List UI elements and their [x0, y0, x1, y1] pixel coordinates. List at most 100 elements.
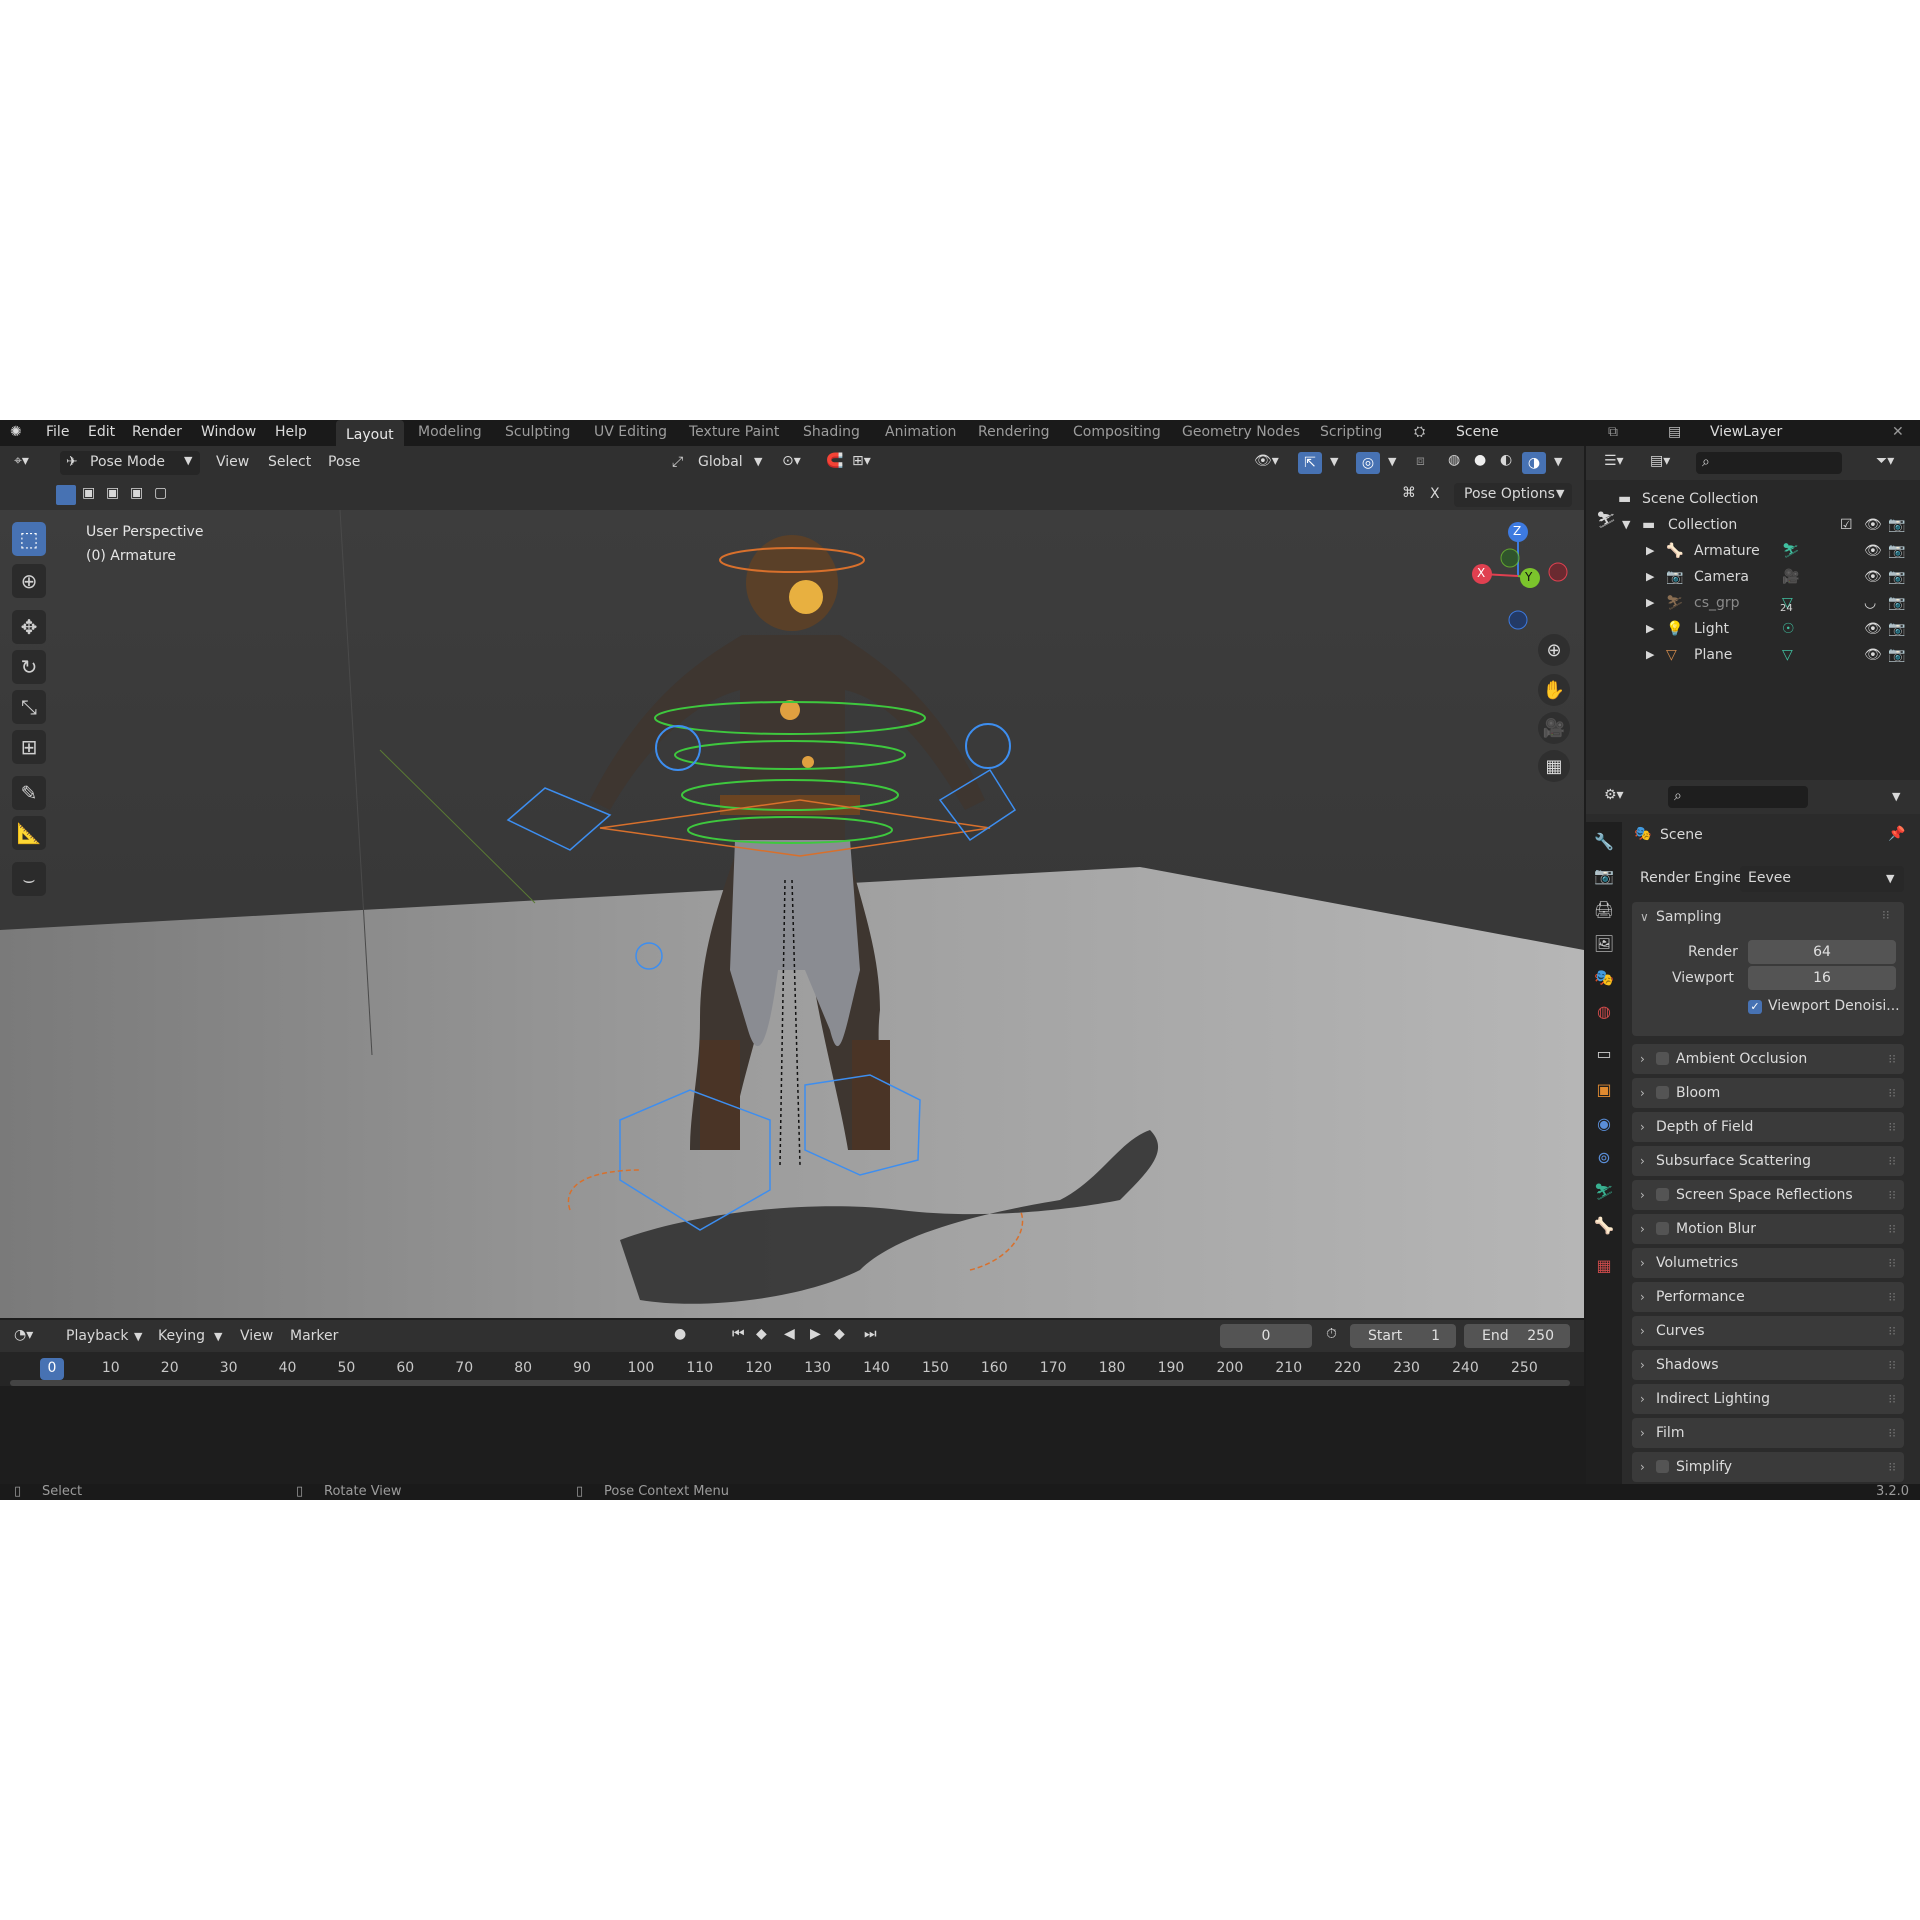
outliner-row-cs-grp[interactable]: ▶ ⛷ cs_grp ▽ 24 ◡ 📷	[1586, 590, 1920, 616]
chevron-down-icon[interactable]: ▼	[1388, 455, 1396, 468]
panel-depth-of-field[interactable]: › Depth of Field ⁝⁝	[1632, 1112, 1904, 1142]
collection-tab-icon[interactable]: ▭	[1592, 1042, 1616, 1066]
xray-icon[interactable]: ⧈	[1416, 453, 1425, 469]
select-box-tool-icon[interactable]: ⬚	[12, 522, 46, 556]
outliner-search-input[interactable]: ⌕	[1696, 452, 1842, 474]
render-engine-dropdown[interactable]: Eevee ▼	[1740, 866, 1904, 892]
modifier-tab-icon[interactable]: ◉	[1592, 1112, 1616, 1136]
tab-uv-editing[interactable]: UV Editing	[594, 424, 667, 440]
panel-enable-checkbox[interactable]	[1656, 1188, 1669, 1201]
render-camera-icon[interactable]: 📷	[1888, 590, 1905, 616]
menu-pose[interactable]: Pose	[328, 454, 360, 470]
outliner-row-armature[interactable]: ▶ 🦴 Armature ⛷ 👁 📷	[1586, 538, 1920, 564]
drag-handle-icon[interactable]: ⁝⁝	[1888, 1452, 1896, 1482]
render-camera-icon[interactable]: 📷	[1888, 564, 1905, 590]
physics-tab-icon[interactable]: ⊚	[1592, 1146, 1616, 1170]
expand-icon[interactable]: ▼	[1622, 512, 1630, 538]
eye-icon[interactable]: 👁	[1864, 512, 1882, 538]
drag-handle-icon[interactable]: ⁝⁝	[1888, 1350, 1896, 1380]
rendered-shading-icon[interactable]: ◑	[1522, 452, 1546, 474]
chevron-down-icon[interactable]: ▼	[1892, 790, 1900, 803]
panel-film[interactable]: › Film ⁝⁝	[1632, 1418, 1904, 1448]
transform-tool-icon[interactable]: ⊞	[12, 730, 46, 764]
3d-viewport[interactable]: ⬚ ⊕ ✥ ↻ ⤡ ⊞ ✎ 📐 ⌣ User Perspective (0) A…	[0, 510, 1584, 1318]
copy-scene-icon[interactable]: ⧉	[1608, 424, 1618, 440]
jump-keyframe-forward-icon[interactable]: ◆	[834, 1326, 845, 1342]
object-data-icon[interactable]: ▽	[1782, 642, 1793, 668]
eye-icon[interactable]: 👁	[1864, 642, 1882, 668]
output-tab-icon[interactable]: 🖨	[1592, 898, 1616, 922]
select-mode-intersect-icon[interactable]: ▣	[130, 485, 143, 501]
tab-scripting[interactable]: Scripting	[1320, 424, 1382, 440]
drag-handle-icon[interactable]: ⁝⁝	[1888, 1078, 1896, 1108]
world-tab-icon[interactable]: ◍	[1592, 1000, 1616, 1024]
view-layer-name[interactable]: ViewLayer	[1710, 424, 1782, 440]
end-frame-field[interactable]: End 250	[1464, 1324, 1570, 1348]
object-tab-icon[interactable]: ▣	[1592, 1078, 1616, 1102]
mirror-x-toggle[interactable]: X	[1430, 486, 1440, 502]
rotate-tool-icon[interactable]: ↻	[12, 650, 46, 684]
menu-render[interactable]: Render	[132, 424, 182, 440]
menu-timeline-view[interactable]: View	[240, 1328, 273, 1344]
orientation-dropdown[interactable]: ⤢ Global ▼	[668, 451, 768, 475]
current-frame-field[interactable]: 0	[1220, 1324, 1312, 1348]
outliner-editor-icon[interactable]: ☰▾	[1604, 453, 1624, 469]
menu-window[interactable]: Window	[201, 424, 256, 440]
render-camera-icon[interactable]: 📷	[1888, 642, 1905, 668]
scene-name[interactable]: Scene	[1456, 424, 1499, 440]
eye-icon[interactable]: 👁	[1864, 538, 1882, 564]
solid-shading-icon[interactable]: ●	[1474, 452, 1486, 468]
select-mode-subtract-icon[interactable]: ▣	[106, 485, 119, 501]
panel-ambient-occlusion[interactable]: › Ambient Occlusion ⁝⁝	[1632, 1044, 1904, 1074]
editor-type-icon[interactable]: ⌖▾	[14, 453, 29, 469]
expand-icon[interactable]: ▶	[1646, 538, 1654, 564]
drag-handle-icon[interactable]: ⁝⁝	[1888, 1418, 1896, 1448]
properties-search-input[interactable]: ⌕	[1668, 786, 1808, 808]
jump-end-icon[interactable]: ⏭	[864, 1326, 877, 1342]
outliner-row-camera[interactable]: ▶ 📷 Camera 🎥 👁 📷	[1586, 564, 1920, 590]
object-data-icon[interactable]: ⛷	[1782, 538, 1800, 564]
visibility-icon[interactable]: 👁▾	[1254, 453, 1279, 469]
material-shading-icon[interactable]: ◐	[1500, 452, 1512, 468]
mode-dropdown[interactable]: ✈ Pose Mode ▼	[60, 451, 200, 475]
outliner-row-plane[interactable]: ▶ ▽ Plane ▽ 👁 📷	[1586, 642, 1920, 668]
panel-enable-checkbox[interactable]	[1656, 1460, 1669, 1473]
close-view-layer-icon[interactable]: ✕	[1892, 424, 1904, 440]
jump-start-icon[interactable]: ⏮	[732, 1326, 745, 1342]
blender-logo-icon[interactable]: ✺	[10, 424, 22, 440]
mirror-icon[interactable]: ⌘	[1402, 485, 1416, 501]
drag-handle-icon[interactable]: ⁝⁝	[1882, 908, 1890, 922]
play-icon[interactable]: ▶	[810, 1326, 821, 1342]
outliner-row-scene-collection[interactable]: ▬ Scene Collection	[1586, 486, 1920, 512]
timeline-editor-icon[interactable]: ◔▾	[14, 1327, 33, 1343]
zoom-icon[interactable]: ⊕	[1538, 634, 1570, 666]
outliner-row-light[interactable]: ▶ 💡 Light ☉ 👁 📷	[1586, 616, 1920, 642]
annotate-tool-icon[interactable]: ✎	[12, 776, 46, 810]
expand-icon[interactable]: ▶	[1646, 590, 1654, 616]
viewport-samples-field[interactable]: 16	[1748, 966, 1896, 990]
select-mode-invert-icon[interactable]: ▢	[154, 485, 167, 501]
drag-handle-icon[interactable]: ⁝⁝	[1888, 1112, 1896, 1142]
menu-select[interactable]: Select	[268, 454, 311, 470]
tab-texture-paint[interactable]: Texture Paint	[689, 424, 779, 440]
ortho-grid-icon[interactable]: ▦	[1538, 750, 1570, 782]
drag-handle-icon[interactable]: ⁝⁝	[1888, 1282, 1896, 1312]
render-tab-icon[interactable]: 📷	[1592, 864, 1616, 888]
view-layer-tab-icon[interactable]: 🖼	[1592, 932, 1616, 956]
panel-shadows[interactable]: › Shadows ⁝⁝	[1632, 1350, 1904, 1380]
timeline-scrollbar[interactable]	[10, 1380, 1570, 1386]
scene-icon[interactable]: ⛭	[1414, 424, 1425, 440]
texture-tab-icon[interactable]: ▦	[1592, 1254, 1616, 1278]
panel-enable-checkbox[interactable]	[1656, 1222, 1669, 1235]
tab-sculpting[interactable]: Sculpting	[505, 424, 570, 440]
snap-icon[interactable]: 🧲	[826, 453, 843, 469]
select-mode-extend-icon[interactable]: ▣	[82, 485, 95, 501]
drag-handle-icon[interactable]: ⁝⁝	[1888, 1316, 1896, 1346]
play-reverse-icon[interactable]: ◀	[784, 1326, 795, 1342]
move-tool-icon[interactable]: ✥	[12, 610, 46, 644]
expand-icon[interactable]: ▶	[1646, 564, 1654, 590]
menu-help[interactable]: Help	[275, 424, 307, 440]
breakdowner-tool-icon[interactable]: ⌣	[12, 862, 46, 896]
cursor-tool-icon[interactable]: ⊕	[12, 564, 46, 598]
panel-subsurface-scattering[interactable]: › Subsurface Scattering ⁝⁝	[1632, 1146, 1904, 1176]
